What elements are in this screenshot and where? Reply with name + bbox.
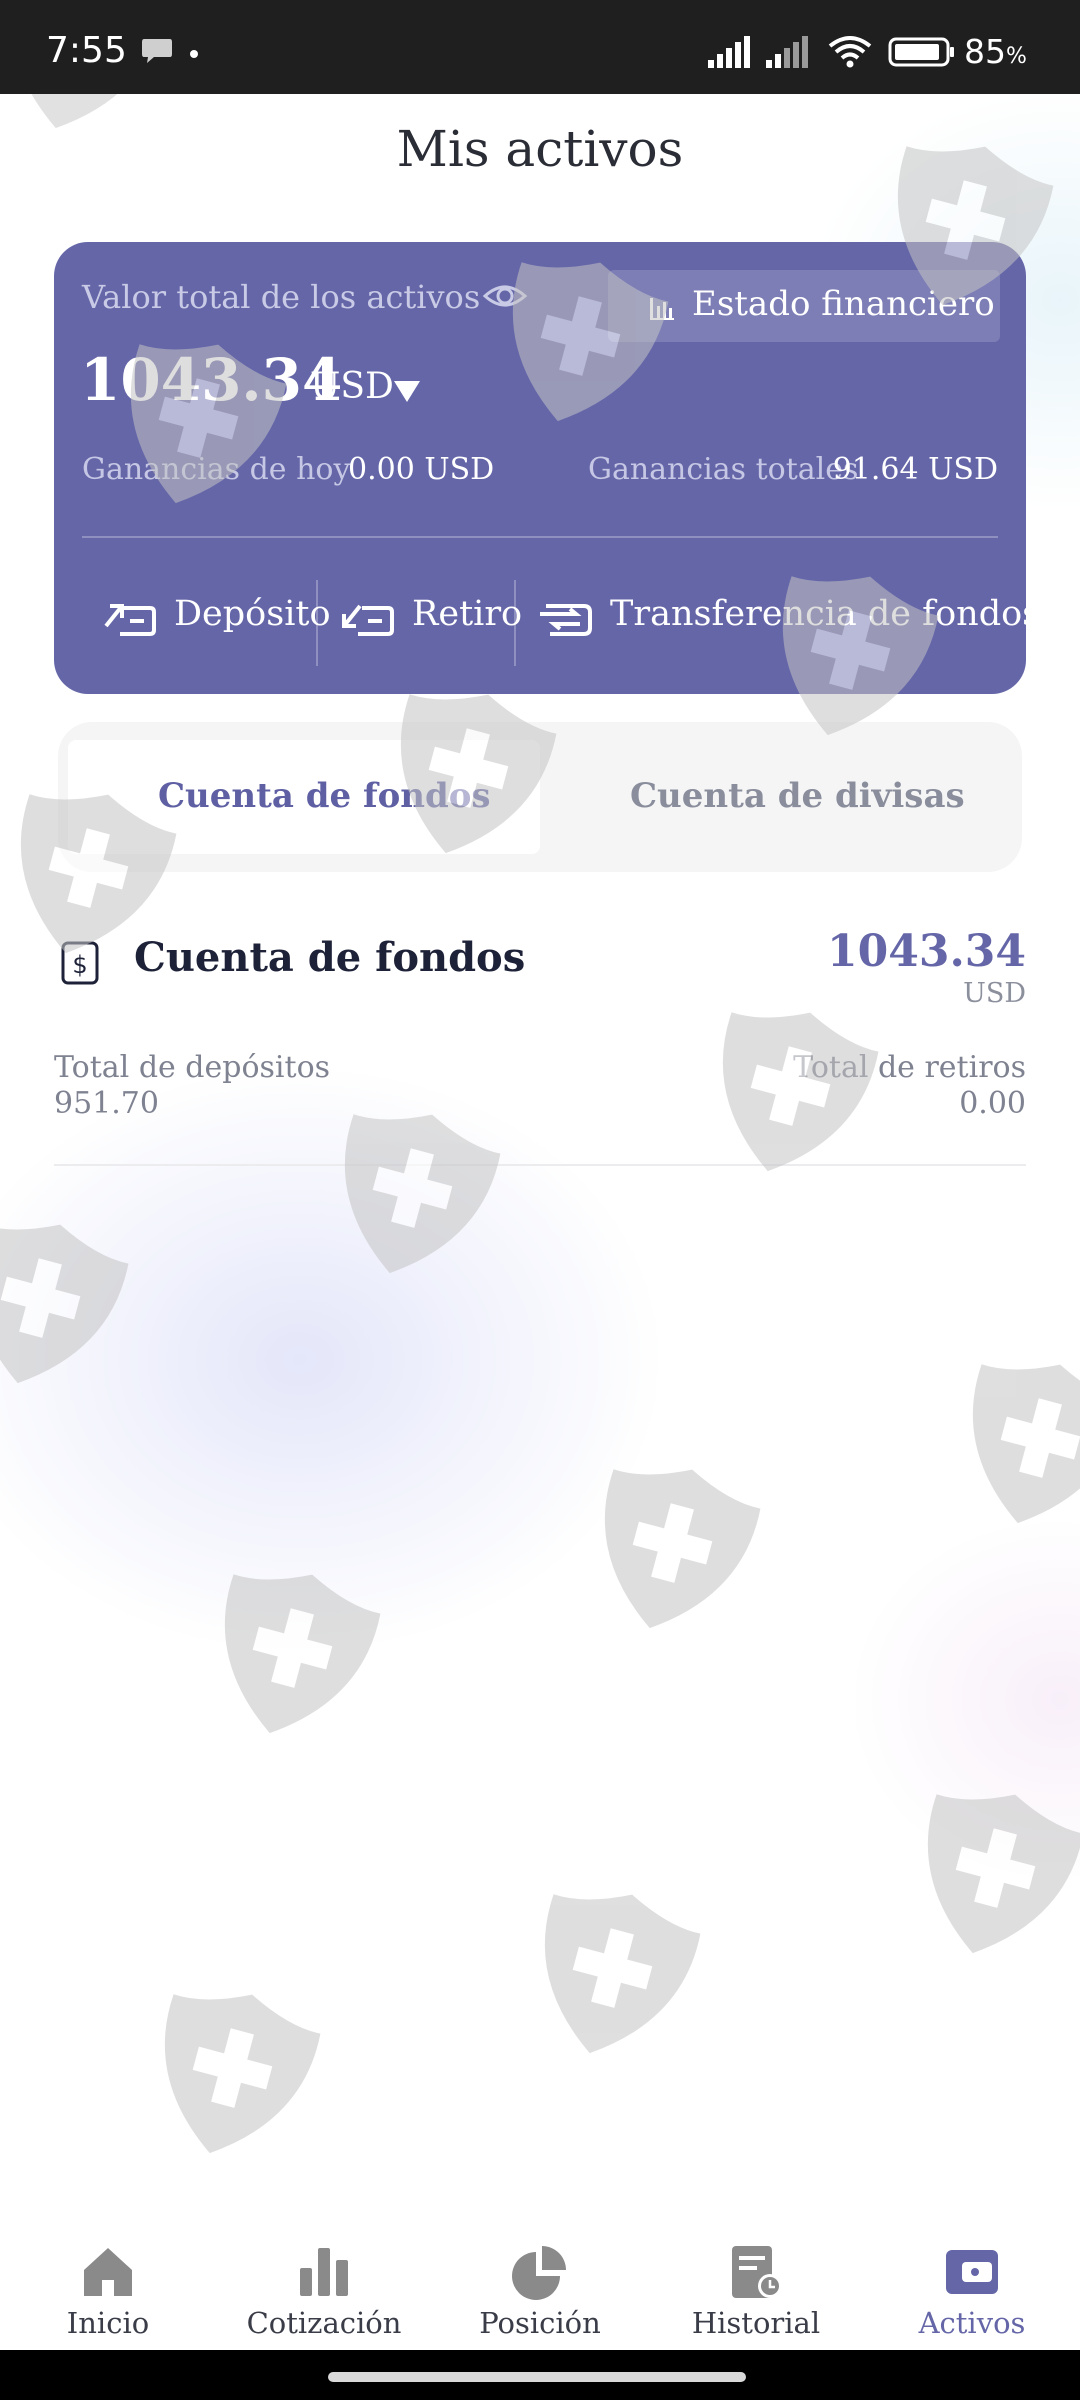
action-separator — [316, 580, 318, 666]
battery-percentage: 85% — [964, 32, 1027, 71]
system-gesture-bar — [0, 2350, 1080, 2400]
bar-chart-icon — [300, 2248, 348, 2296]
pie-chart-icon — [512, 2246, 566, 2300]
bottom-navigation: Inicio Cotización Posición Historial Act… — [0, 2218, 1080, 2350]
nav-label-posicion: Posición — [479, 2306, 601, 2340]
withdraw-icon — [342, 604, 394, 636]
chat-notification-icon — [142, 39, 172, 63]
divider — [82, 536, 998, 538]
total-withdrawals-label: Total de retiros — [793, 1050, 1026, 1085]
nav-item-historial[interactable]: Historial — [648, 2218, 864, 2350]
home-icon — [84, 2248, 132, 2296]
account-tabs: Cuenta de fondos Cuenta de divisas — [58, 722, 1022, 872]
account-balance: 1043.34 — [826, 926, 1026, 977]
cell-signal-icon — [708, 36, 750, 68]
financial-statement-label: Estado financiero — [692, 284, 995, 324]
nav-item-cotizacion[interactable]: Cotización — [216, 2218, 432, 2350]
battery-icon — [888, 37, 954, 67]
account-currency: USD — [963, 978, 1026, 1009]
deposit-label: Depósito — [174, 594, 331, 634]
divider — [54, 1164, 1026, 1166]
home-gesture-handle[interactable] — [328, 2372, 746, 2382]
currency-label: USD — [310, 366, 394, 407]
deposit-icon — [104, 604, 156, 636]
currency-selector[interactable]: USD — [310, 366, 420, 416]
total-withdrawals-value: 0.00 — [959, 1086, 1026, 1121]
dollar-icon: $ — [61, 941, 99, 985]
transfer-button[interactable]: Transferencia de fondos — [536, 580, 1040, 650]
account-name: Cuenta de fondos — [134, 934, 526, 981]
transfer-icon — [540, 604, 592, 636]
caret-down-icon — [394, 381, 420, 402]
notification-dot-icon — [190, 50, 198, 58]
nav-item-posicion[interactable]: Posición — [432, 2218, 648, 2350]
nav-item-activos[interactable]: Activos — [864, 2218, 1080, 2350]
nav-label-cotizacion: Cotización — [246, 2306, 402, 2340]
today-earnings-label: Ganancias de hoy — [82, 452, 351, 487]
total-assets-value: 1043.34 — [80, 346, 343, 414]
action-separator — [514, 580, 516, 666]
total-earnings-value: 91.64 USD — [832, 452, 998, 487]
tab-currency-account[interactable]: Cuenta de divisas — [630, 776, 965, 816]
total-earnings-label: Ganancias totales — [588, 452, 859, 487]
withdraw-label: Retiro — [412, 594, 523, 634]
status-time: 7:55 — [46, 30, 127, 71]
eye-icon[interactable] — [482, 276, 528, 316]
total-deposits-value: 951.70 — [54, 1086, 159, 1121]
bar-chart-icon — [650, 298, 674, 320]
nav-item-inicio[interactable]: Inicio — [0, 2218, 216, 2350]
page-title: Mis activos — [396, 120, 684, 178]
cell-signal-secondary-icon — [766, 36, 808, 68]
asset-summary-card: Valor total de los activos Estado financ… — [54, 242, 1040, 694]
withdraw-button[interactable]: Retiro — [338, 580, 528, 650]
svg-text:$: $ — [72, 951, 87, 979]
total-deposits-label: Total de depósitos — [54, 1050, 331, 1085]
status-bar: 7:55 85% — [0, 0, 1080, 94]
nav-label-activos: Activos — [918, 2306, 1026, 2340]
nav-label-inicio: Inicio — [66, 2306, 150, 2340]
wifi-icon — [828, 36, 872, 68]
financial-statement-button[interactable]: Estado financiero — [608, 270, 1000, 342]
transfer-label: Transferencia de fondos — [610, 594, 1041, 634]
funds-account-panel: $ Cuenta de fondos 1043.34 USD Total de … — [54, 920, 1026, 1170]
tab-funds-account-label[interactable]: Cuenta de fondos — [158, 776, 491, 816]
nav-label-historial: Historial — [691, 2306, 821, 2340]
history-icon — [732, 2246, 782, 2298]
wallet-icon — [946, 2250, 998, 2294]
today-earnings-value: 0.00 USD — [348, 452, 495, 487]
total-assets-label: Valor total de los activos — [82, 278, 481, 316]
deposit-button[interactable]: Depósito — [100, 580, 360, 650]
